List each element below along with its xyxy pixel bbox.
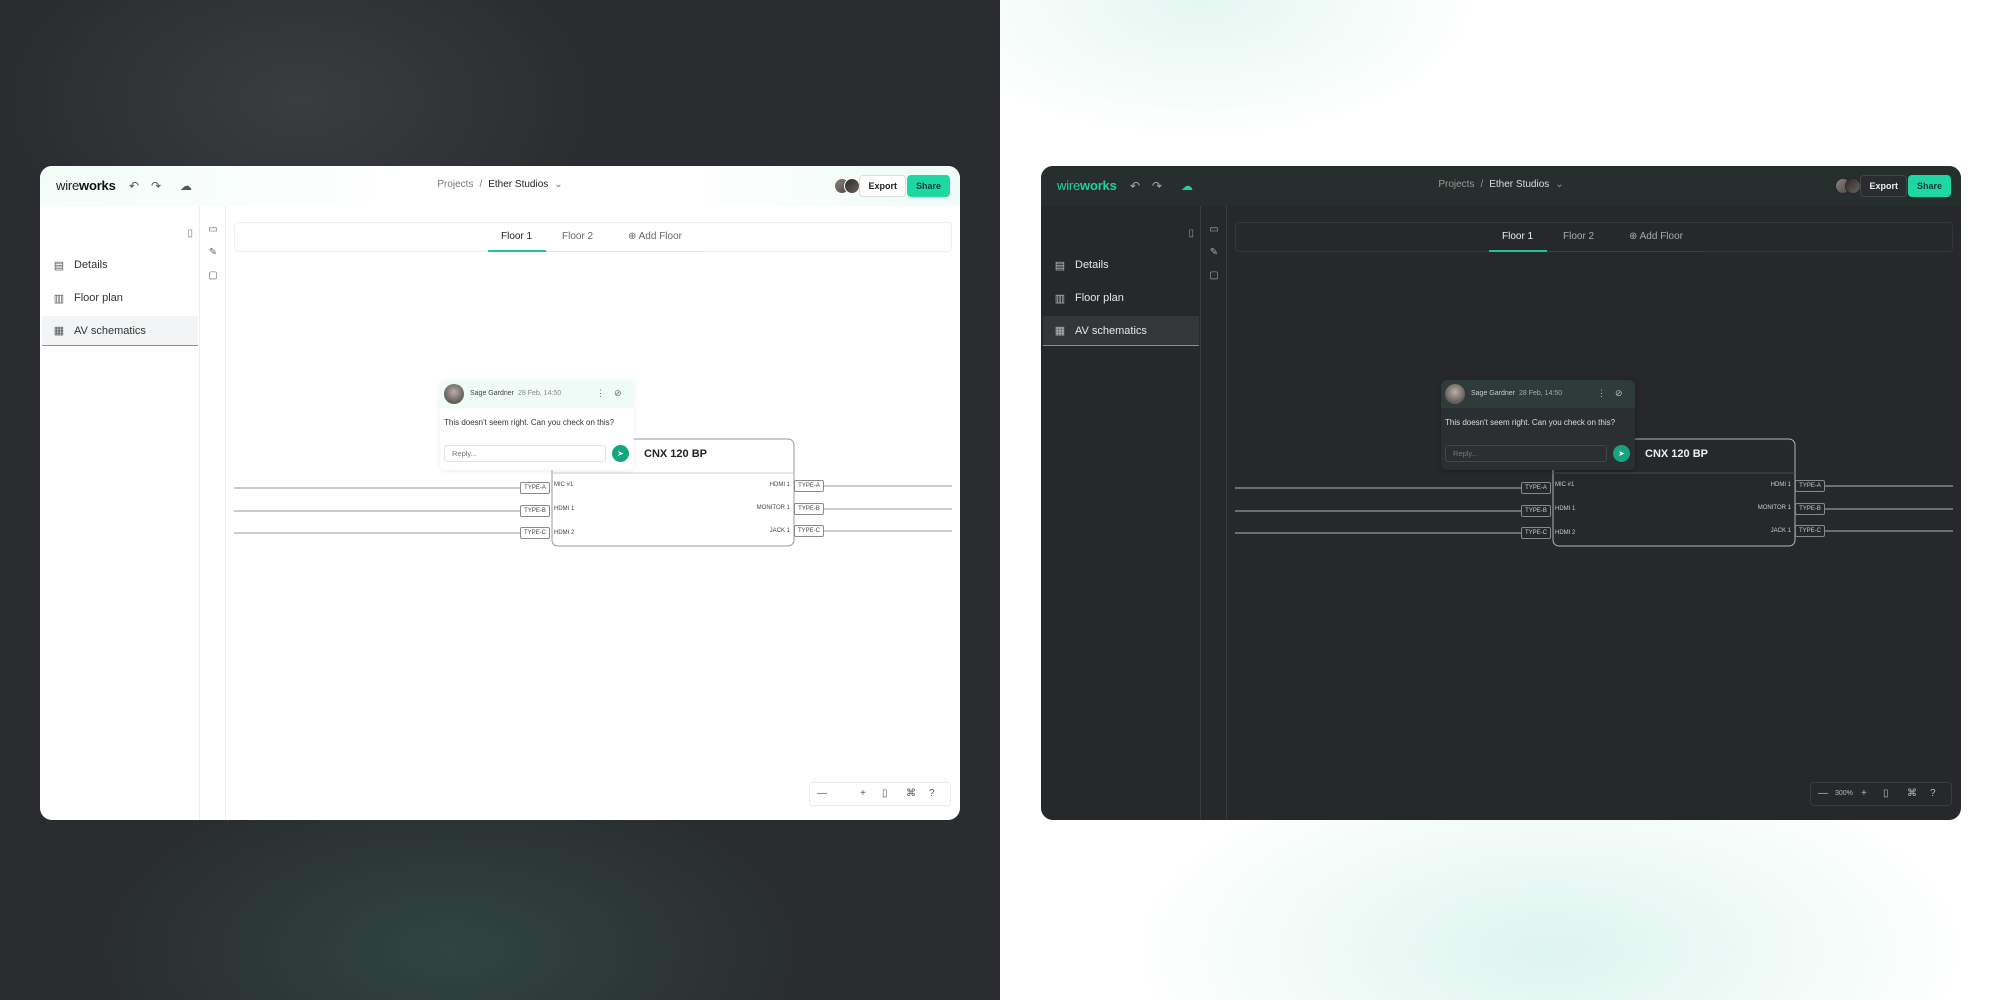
schematic-canvas[interactable] — [1041, 166, 1961, 820]
input-port-label: MIC #1 — [554, 482, 574, 488]
comment-card[interactable]: Sage Gardner 28 Feb, 14:50 ⋮ ⊘ This does… — [440, 380, 634, 470]
zoom-in-icon[interactable]: + — [1861, 788, 1867, 800]
connector-tag[interactable]: TYPE-A — [1795, 480, 1825, 492]
output-port-label: MONITOR 1 — [1757, 505, 1791, 511]
connector-tag[interactable]: TYPE-B — [794, 503, 824, 515]
more-vertical-icon[interactable]: ⋮ — [1597, 388, 1606, 399]
map-icon[interactable]: ▯ — [1883, 788, 1889, 800]
input-port-label: HDMI 1 — [554, 506, 575, 512]
comment-card[interactable]: Sage Gardner 28 Feb, 14:50 ⋮ ⊘ This does… — [1441, 380, 1635, 470]
device-name: CNX 120 BP — [644, 448, 707, 460]
zoom-controls: — 300% + ▯ ⌘ ? — [1810, 782, 1952, 806]
output-port-label: HDMI 1 — [769, 482, 790, 488]
help-icon[interactable]: ? — [929, 788, 935, 800]
zoom-in-icon[interactable]: + — [860, 788, 866, 800]
zoom-controls: — 300% + ▯ ⌘ ? — [809, 782, 951, 806]
comment-header: Sage Gardner 28 Feb, 14:50 ⋮ ⊘ — [440, 380, 634, 408]
connector-tag[interactable]: TYPE-C — [1795, 525, 1825, 537]
app-window-light: wireworks ↶ ↷ ☁ Projects / Ether Studios ⌄ … — [40, 166, 960, 820]
connector-tag[interactable]: TYPE-A — [520, 482, 550, 494]
output-port-label: JACK 1 — [1770, 528, 1791, 534]
schematic-canvas[interactable] — [40, 166, 960, 820]
command-icon[interactable]: ⌘ — [1907, 788, 1917, 800]
comment-text: This doesn't seem right. Can you check o… — [1445, 418, 1616, 427]
comment-date: 28 Feb, 14:50 — [518, 390, 562, 397]
connector-tag[interactable]: TYPE-C — [1521, 527, 1551, 539]
command-icon[interactable]: ⌘ — [906, 788, 916, 800]
output-port-label: JACK 1 — [769, 528, 790, 534]
help-icon[interactable]: ? — [1930, 788, 1936, 800]
comment-date: 28 Feb, 14:50 — [1519, 390, 1563, 397]
output-port-label: MONITOR 1 — [756, 505, 790, 511]
zoom-out-icon[interactable]: — — [1818, 788, 1828, 800]
input-port-label: HDMI 1 — [1555, 506, 1576, 512]
connector-tag[interactable]: TYPE-B — [520, 505, 550, 517]
avatar — [444, 384, 464, 404]
connector-tag[interactable]: TYPE-C — [794, 525, 824, 537]
app-window-dark: wireworks ↶ ↷ ☁ Projects / Ether Studios ⌄ … — [1041, 166, 1961, 820]
connector-tag[interactable]: TYPE-A — [1521, 482, 1551, 494]
connector-tag[interactable]: TYPE-B — [1795, 503, 1825, 515]
comment-text: This doesn't seem right. Can you check o… — [444, 418, 615, 427]
device-name: CNX 120 BP — [1645, 448, 1708, 460]
comment-author: Sage Gardner — [470, 390, 514, 397]
connector-tag[interactable]: TYPE-C — [520, 527, 550, 539]
send-icon[interactable]: ➤ — [612, 445, 629, 462]
more-vertical-icon[interactable]: ⋮ — [596, 388, 605, 399]
connector-tag[interactable]: TYPE-B — [1521, 505, 1551, 517]
zoom-out-icon[interactable]: — — [817, 788, 827, 800]
resolve-check-icon[interactable]: ⊘ — [614, 388, 622, 399]
reply-input[interactable] — [444, 445, 606, 462]
input-port-label: HDMI 2 — [1555, 530, 1576, 536]
avatar — [1445, 384, 1465, 404]
resolve-check-icon[interactable]: ⊘ — [1615, 388, 1623, 399]
send-icon[interactable]: ➤ — [1613, 445, 1630, 462]
comment-header: Sage Gardner 28 Feb, 14:50 ⋮ ⊘ — [1441, 380, 1635, 408]
zoom-level: 300% — [834, 790, 852, 797]
connector-tag[interactable]: TYPE-A — [794, 480, 824, 492]
map-icon[interactable]: ▯ — [882, 788, 888, 800]
comment-author: Sage Gardner — [1471, 390, 1515, 397]
output-port-label: HDMI 1 — [1770, 482, 1791, 488]
reply-input[interactable] — [1445, 445, 1607, 462]
zoom-level: 300% — [1835, 790, 1853, 797]
input-port-label: HDMI 2 — [554, 530, 575, 536]
input-port-label: MIC #1 — [1555, 482, 1575, 488]
